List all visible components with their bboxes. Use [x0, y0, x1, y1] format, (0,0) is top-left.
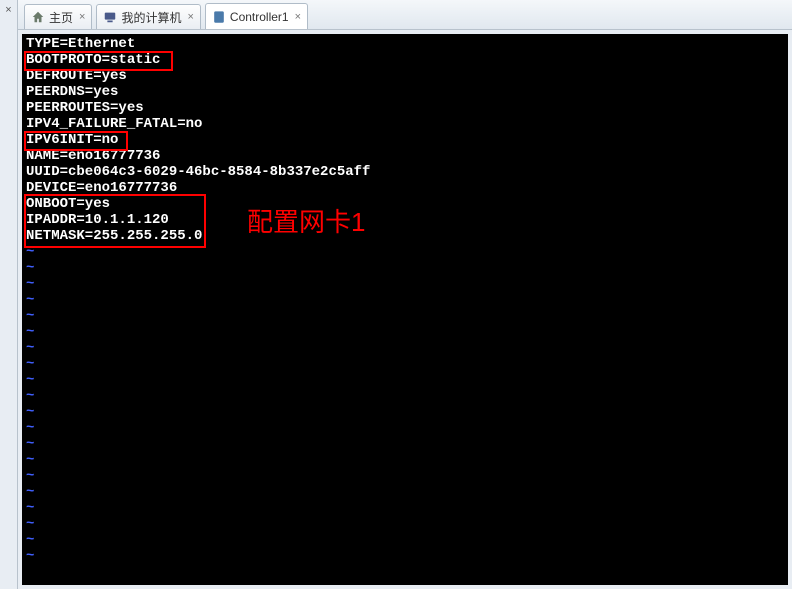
computer-icon — [103, 10, 117, 24]
tab-label: 主页 — [49, 9, 73, 26]
tab-close-icon[interactable]: × — [187, 11, 193, 23]
tab-my-computer[interactable]: 我的计算机 × — [96, 4, 200, 29]
app-window: × 主页 × 我的计算机 × Controller1 × TYPE=Et — [0, 0, 792, 589]
annotation-label: 配置网卡1 — [247, 202, 365, 239]
tab-label: Controller1 — [230, 10, 289, 24]
terminal-text: TYPE=Ethernet BOOTPROTO=static DEFROUTE=… — [26, 36, 370, 564]
tab-close-icon[interactable]: × — [295, 11, 301, 23]
tab-strip: 主页 × 我的计算机 × Controller1 × — [18, 0, 792, 30]
tab-close-icon[interactable]: × — [79, 11, 85, 23]
document-icon — [212, 10, 226, 24]
panel-close-button[interactable]: × — [0, 4, 17, 16]
tab-controller1[interactable]: Controller1 × — [205, 3, 308, 29]
content-area: TYPE=Ethernet BOOTPROTO=static DEFROUTE=… — [18, 30, 792, 589]
home-icon — [31, 10, 45, 24]
tab-label: 我的计算机 — [121, 9, 181, 26]
panel-gutter: × — [0, 0, 18, 589]
tab-home[interactable]: 主页 × — [24, 4, 92, 29]
terminal[interactable]: TYPE=Ethernet BOOTPROTO=static DEFROUTE=… — [22, 34, 788, 585]
